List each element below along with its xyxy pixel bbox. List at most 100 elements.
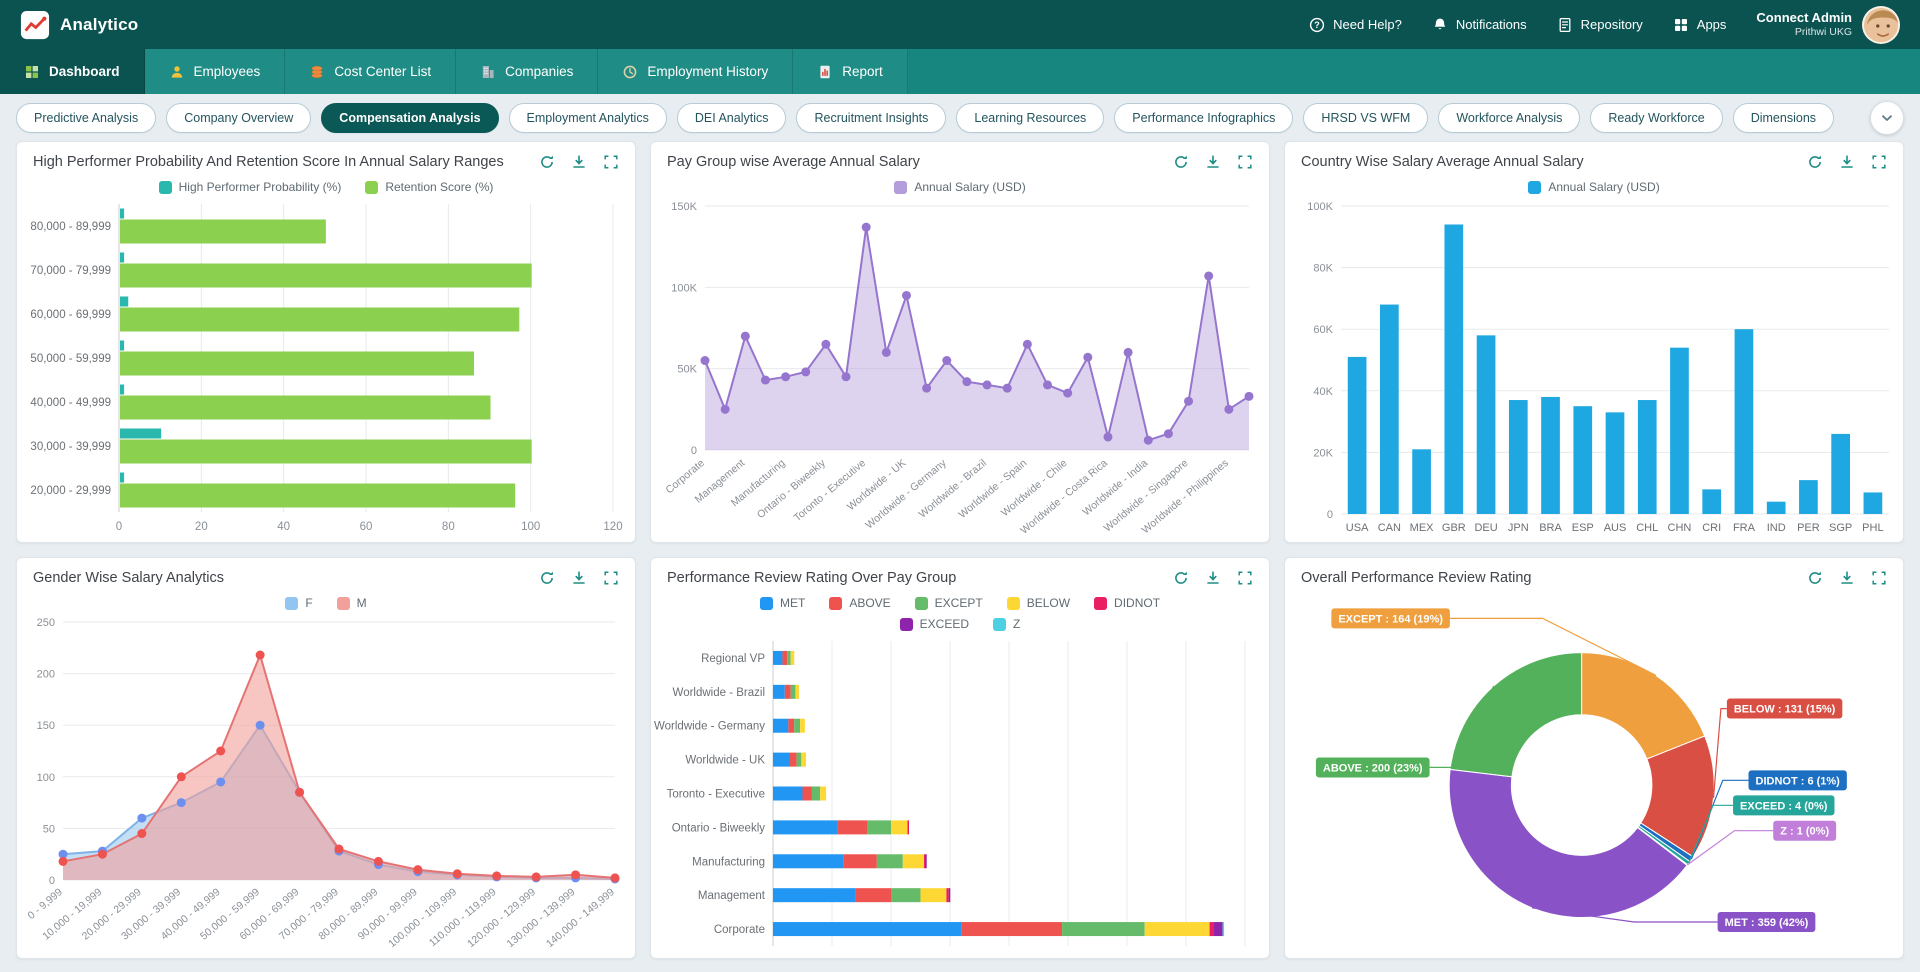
card-gender-salary: Gender Wise Salary Analytics FM 05010015… xyxy=(16,557,636,959)
card-actions xyxy=(1807,570,1887,586)
card-title: Overall Performance Review Rating xyxy=(1301,570,1531,586)
legend-item-retention-score-[interactable]: Retention Score (%) xyxy=(365,180,493,194)
header-item-help[interactable]: ?Need Help? xyxy=(1309,17,1402,33)
pill-learning-resources[interactable]: Learning Resources xyxy=(956,103,1104,133)
pill-employment-analytics[interactable]: Employment Analytics xyxy=(509,103,667,133)
download-button[interactable] xyxy=(1839,154,1855,170)
svg-text:Worldwide - Brazil: Worldwide - Brazil xyxy=(917,457,989,520)
svg-text:100K: 100K xyxy=(1307,201,1333,213)
legend-item-above[interactable]: ABOVE xyxy=(829,596,890,610)
svg-text:IND: IND xyxy=(1767,522,1786,534)
user-block[interactable]: Connect Admin Prithwi UKG xyxy=(1756,6,1900,44)
header-item-notifications[interactable]: Notifications xyxy=(1432,17,1527,33)
dashboard-grid: High Performer Probability And Retention… xyxy=(0,141,1920,972)
download-button[interactable] xyxy=(1839,570,1855,586)
download-button[interactable] xyxy=(1205,154,1221,170)
legend-label: EXCEED xyxy=(920,617,969,631)
expand-button[interactable] xyxy=(603,570,619,586)
more-filters-button[interactable] xyxy=(1870,101,1904,135)
pill-hrsd-vs-wfm[interactable]: HRSD VS WFM xyxy=(1303,103,1428,133)
legend-swatch xyxy=(760,597,773,610)
svg-text:CAN: CAN xyxy=(1378,522,1401,534)
card-performance-paygroup: Performance Review Rating Over Pay Group… xyxy=(650,557,1270,959)
tab-companies[interactable]: Companies xyxy=(456,49,598,94)
download-button[interactable] xyxy=(1205,570,1221,586)
pill-dei-analytics[interactable]: DEI Analytics xyxy=(677,103,787,133)
tab-employment-history[interactable]: Employment History xyxy=(598,49,793,94)
svg-text:Z : 1 (0%): Z : 1 (0%) xyxy=(1780,826,1829,838)
header-item-label: Need Help? xyxy=(1333,17,1402,32)
tab-report[interactable]: Report xyxy=(793,49,908,94)
chevron-down-icon xyxy=(1879,110,1895,126)
svg-text:EXCEED : 4 (0%): EXCEED : 4 (0%) xyxy=(1740,800,1828,812)
chart-paygroup-salary: 050K100K150KCorporateManagementManufactu… xyxy=(651,196,1269,542)
pill-predictive-analysis[interactable]: Predictive Analysis xyxy=(16,103,156,133)
legend-item-didnot[interactable]: DIDNOT xyxy=(1094,596,1160,610)
tab-dashboard[interactable]: Dashboard xyxy=(0,49,145,94)
legend-item-m[interactable]: M xyxy=(337,596,367,610)
header-item-repository[interactable]: Repository xyxy=(1557,17,1643,33)
pill-workforce-analysis[interactable]: Workforce Analysis xyxy=(1438,103,1580,133)
pill-recruitment-insights[interactable]: Recruitment Insights xyxy=(796,103,946,133)
svg-text:MET : 359 (42%): MET : 359 (42%) xyxy=(1725,917,1809,929)
app-header: Analytico ?Need Help?NotificationsReposi… xyxy=(0,0,1920,49)
download-button[interactable] xyxy=(571,570,587,586)
tab-employees[interactable]: Employees xyxy=(145,49,286,94)
svg-text:0: 0 xyxy=(691,445,697,457)
chart-legend: MET ABOVE EXCEPT BELOW DIDNOT EXCEED Z xyxy=(745,590,1175,633)
svg-text:50,000 - 59,999: 50,000 - 59,999 xyxy=(30,353,111,365)
legend-swatch xyxy=(1007,597,1020,610)
legend-item-exceed[interactable]: EXCEED xyxy=(900,617,969,631)
svg-text:80K: 80K xyxy=(1313,263,1333,275)
pill-compensation-analysis[interactable]: Compensation Analysis xyxy=(321,103,498,133)
refresh-button[interactable] xyxy=(1173,154,1189,170)
pill-company-overview[interactable]: Company Overview xyxy=(166,103,311,133)
expand-icon xyxy=(603,154,619,170)
expand-button[interactable] xyxy=(603,154,619,170)
svg-text:EXCEPT : 164 (19%): EXCEPT : 164 (19%) xyxy=(1338,613,1443,625)
legend-item-annual-salary-usd-[interactable]: Annual Salary (USD) xyxy=(894,180,1025,194)
expand-button[interactable] xyxy=(1237,570,1253,586)
download-button[interactable] xyxy=(571,154,587,170)
chart-legend: Annual Salary (USD) xyxy=(1285,174,1903,196)
refresh-button[interactable] xyxy=(1807,570,1823,586)
chart-country-salary: 020K40K60K80K100KUSACANMEXGBRDEUJPNBRAES… xyxy=(1285,196,1903,542)
legend-item-annual-salary-usd-[interactable]: Annual Salary (USD) xyxy=(1528,180,1659,194)
legend-label: High Performer Probability (%) xyxy=(179,180,342,194)
avatar[interactable] xyxy=(1862,6,1900,44)
header-item-label: Apps xyxy=(1697,17,1727,32)
refresh-button[interactable] xyxy=(1173,570,1189,586)
svg-text:CHN: CHN xyxy=(1668,522,1692,534)
refresh-button[interactable] xyxy=(539,570,555,586)
svg-text:Management: Management xyxy=(698,890,766,902)
legend-label: MET xyxy=(780,596,805,610)
refresh-button[interactable] xyxy=(539,154,555,170)
expand-button[interactable] xyxy=(1871,154,1887,170)
legend-item-met[interactable]: MET xyxy=(760,596,805,610)
svg-text:110,000 - 119,999: 110,000 - 119,999 xyxy=(427,886,499,949)
refresh-button[interactable] xyxy=(1807,154,1823,170)
companies-icon xyxy=(480,64,496,80)
pill-performance-infographics[interactable]: Performance Infographics xyxy=(1114,103,1293,133)
tab-cost-center-list[interactable]: Cost Center List xyxy=(285,49,456,94)
card-country-salary: Country Wise Salary Average Annual Salar… xyxy=(1284,141,1904,543)
legend-item-below[interactable]: BELOW xyxy=(1007,596,1070,610)
svg-text:140,000 - 149,999: 140,000 - 149,999 xyxy=(544,886,617,950)
main-nav: Dashboard EmployeesCost Center ListCompan… xyxy=(0,49,1920,94)
legend-item-f[interactable]: F xyxy=(285,596,312,610)
svg-text:80: 80 xyxy=(442,521,455,533)
legend-item-z[interactable]: Z xyxy=(993,617,1020,631)
expand-button[interactable] xyxy=(1871,570,1887,586)
legend-item-except[interactable]: EXCEPT xyxy=(915,596,983,610)
tab-label: Dashboard xyxy=(49,64,120,79)
expand-button[interactable] xyxy=(1237,154,1253,170)
svg-text:80,000 - 89,999: 80,000 - 89,999 xyxy=(30,221,111,233)
svg-text:USA: USA xyxy=(1346,522,1369,534)
pill-dimensions[interactable]: Dimensions xyxy=(1733,103,1834,133)
header-item-apps[interactable]: Apps xyxy=(1673,17,1727,33)
svg-text:200: 200 xyxy=(37,669,55,681)
expand-icon xyxy=(1871,570,1887,586)
legend-item-high-performer-probability-[interactable]: High Performer Probability (%) xyxy=(159,180,342,194)
pill-ready-workforce[interactable]: Ready Workforce xyxy=(1590,103,1722,133)
svg-text:GBR: GBR xyxy=(1442,522,1466,534)
